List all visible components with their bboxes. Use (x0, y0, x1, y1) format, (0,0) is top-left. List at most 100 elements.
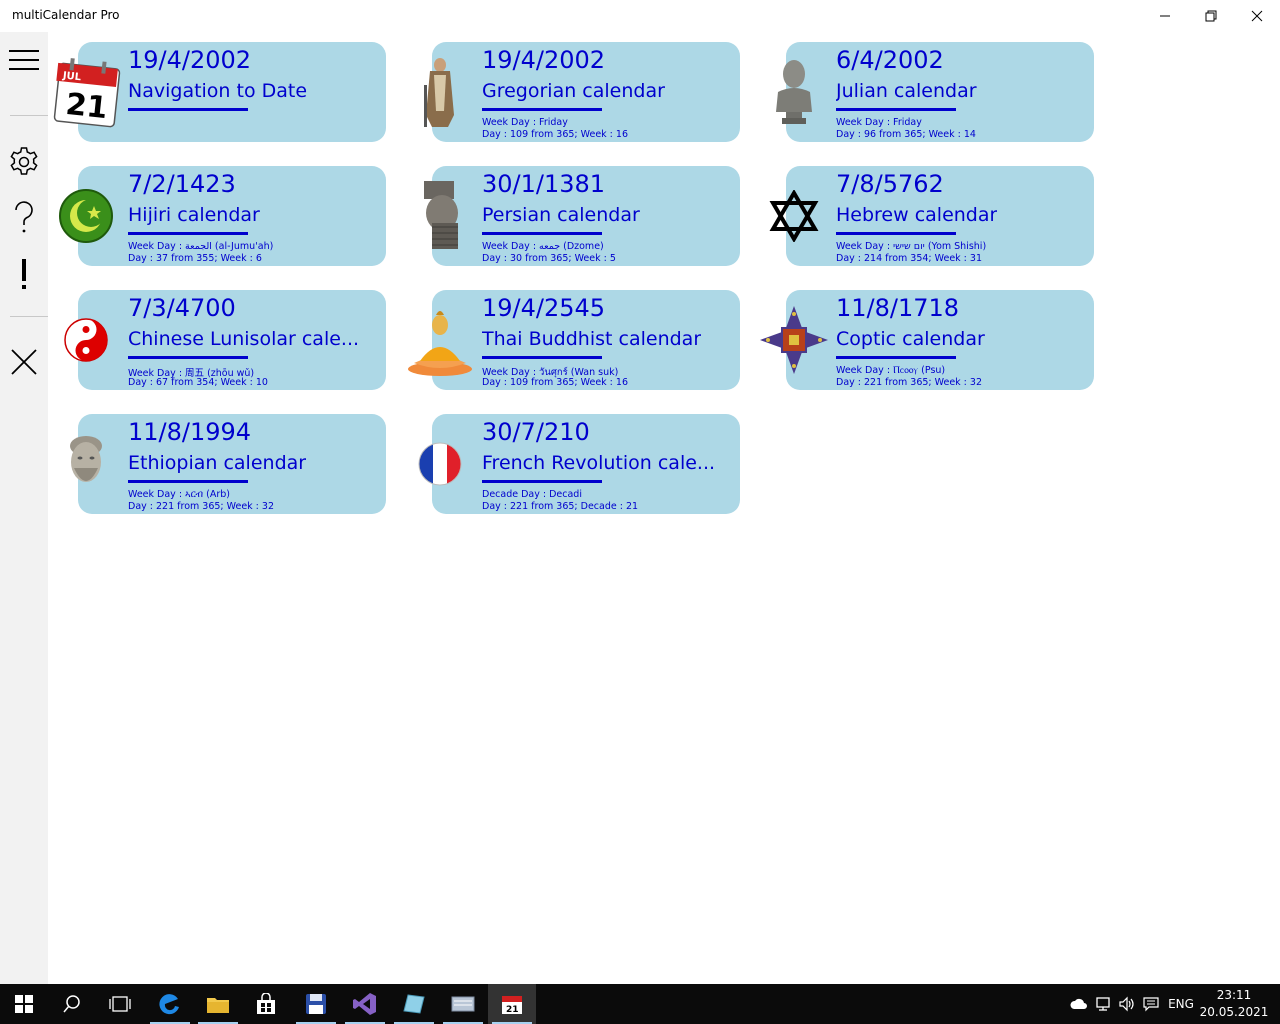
tile-date: 19/4/2545 (482, 294, 606, 322)
minimize-icon (1160, 15, 1170, 17)
tile-date: 19/4/2002 (128, 46, 252, 74)
clock-time: 23:11 (1216, 988, 1252, 1002)
yin-yang-icon (50, 300, 122, 380)
help-button[interactable] (0, 194, 48, 242)
close-x-icon (11, 349, 37, 375)
tile-week-day: Week Day : Friday (836, 117, 922, 128)
tile-underline (128, 480, 248, 483)
edge-browser-icon (159, 994, 179, 1015)
notification-icon (1143, 997, 1159, 1012)
tile-underline (836, 108, 956, 111)
taskbar-clock[interactable]: 23:11 20.05.2021 (1198, 987, 1270, 1021)
tile-thai-buddhist[interactable]: 19/4/2545 Thai Buddhist calendar Week Da… (408, 290, 740, 390)
tile-week-day: Week Day : Ⲡⲥⲟⲟⲩ (Psu) (836, 365, 946, 376)
settings-button[interactable] (0, 138, 48, 186)
tile-date: 6/4/2002 (836, 46, 944, 74)
tile-calendar-name: Coptic calendar (836, 328, 985, 350)
close-window-button[interactable] (1234, 0, 1280, 32)
taskbar-visual-studio[interactable] (341, 984, 389, 1024)
search-button[interactable] (48, 984, 96, 1024)
french-flag-icon (404, 424, 476, 504)
hamburger-icon (9, 50, 39, 70)
close-icon (1251, 10, 1263, 22)
onedrive-tray[interactable] (1068, 984, 1090, 1024)
tablet-icon (403, 994, 425, 1014)
pope-gregory-icon (404, 52, 476, 132)
network-tray[interactable] (1093, 984, 1115, 1024)
taskbar: 21 ENG 23:11 20.05.2021 (0, 984, 1280, 1024)
tile-calendar-name: Ethiopian calendar (128, 452, 307, 474)
tile-underline (482, 480, 602, 483)
question-mark-icon (15, 201, 33, 233)
tile-day-info: Day : 221 from 365; Week : 32 (128, 501, 274, 512)
ethiopian-bust-icon (50, 424, 122, 504)
svg-text:21: 21 (64, 87, 109, 126)
tile-calendar-name: Navigation to Date (128, 80, 308, 102)
minimize-button[interactable] (1142, 0, 1188, 32)
tile-persian[interactable]: 30/1/1381 Persian calendar Week Day : جم… (424, 166, 740, 266)
tile-calendar-name: Chinese Lunisolar cale... (128, 328, 360, 350)
action-center-tray[interactable] (1140, 984, 1162, 1024)
tile-calendar-name: Persian calendar (482, 204, 640, 226)
coptic-cross-icon (758, 300, 830, 380)
navigation-pane (0, 32, 48, 984)
tile-ethiopian[interactable]: 11/8/1994 Ethiopian calendar Week Day : … (70, 414, 386, 514)
tile-gregorian[interactable]: 19/4/2002 Gregorian calendar Week Day : … (424, 42, 740, 142)
tile-day-info: Day : 221 from 365; Week : 32 (836, 377, 982, 388)
store-bag-icon (257, 993, 275, 1014)
restore-button[interactable] (1188, 0, 1234, 32)
tile-calendar-name: Julian calendar (836, 80, 977, 102)
taskbar-edge[interactable] (146, 984, 194, 1024)
exit-button[interactable] (0, 338, 48, 386)
tile-julian[interactable]: 6/4/2002 Julian calendar Week Day : Frid… (776, 42, 1094, 142)
tile-week-day: Week Day : ኣርብ (Arb) (128, 489, 230, 500)
svg-text:JUL: JUL (61, 70, 82, 83)
tile-day-info: Day : 214 from 354; Week : 31 (836, 253, 982, 264)
tile-french-revolution[interactable]: 30/7/210 French Revolution cale... Decad… (418, 414, 740, 514)
clock-date: 20.05.2021 (1199, 1005, 1269, 1019)
tile-coptic[interactable]: 11/8/1718 Coptic calendar Week Day : Ⲡⲥⲟ… (760, 290, 1094, 390)
task-view-button[interactable] (96, 984, 144, 1024)
taskbar-app-scanner[interactable] (439, 984, 487, 1024)
taskbar-file-explorer[interactable] (194, 984, 242, 1024)
about-button[interactable] (0, 250, 48, 298)
tile-day-info: Day : 96 from 365; Week : 14 (836, 129, 976, 140)
calendar-app-icon: 21 (502, 996, 522, 1015)
tile-date: 11/8/1994 (128, 418, 252, 446)
exclamation-icon (22, 259, 26, 289)
tile-calendar-name: French Revolution cale... (482, 452, 716, 474)
tile-week-day: Week Day : יום שישי (Yom Shishi) (836, 241, 987, 252)
tile-hebrew[interactable]: 7/8/5762 Hebrew calendar Week Day : יום … (769, 166, 1094, 266)
tile-date: 30/1/1381 (482, 170, 606, 198)
start-button[interactable] (0, 984, 48, 1024)
language-indicator[interactable]: ENG (1164, 984, 1198, 1024)
tile-week-day: Week Day : الجمعة (al-Jumu'ah) (128, 241, 274, 252)
tile-chinese-lunisolar[interactable]: 7/3/4700 Chinese Lunisolar cale... Week … (64, 290, 386, 390)
hamburger-menu-button[interactable] (0, 36, 48, 84)
taskbar-store[interactable] (242, 984, 290, 1024)
cloud-icon (1070, 998, 1087, 1009)
star-of-david-icon (758, 176, 830, 256)
taskbar-app-tablet[interactable] (390, 984, 438, 1024)
tile-calendar-name: Gregorian calendar (482, 80, 665, 102)
volume-tray[interactable] (1116, 984, 1138, 1024)
tile-day-info: Day : 221 from 365; Decade : 21 (482, 501, 639, 512)
tile-week-day: Week Day : Friday (482, 117, 568, 128)
tile-date: 7/2/1423 (128, 170, 236, 198)
floppy-disk-icon (306, 994, 326, 1014)
tile-date: 7/8/5762 (836, 170, 944, 198)
tile-calendar-name: Thai Buddhist calendar (482, 328, 702, 350)
tile-week-day: Week Day : جمعه (Dzome) (482, 241, 604, 252)
tile-day-info: Day : 109 from 365; Week : 16 (482, 129, 628, 140)
tile-hijiri[interactable]: 7/2/1423 Hijiri calendar Week Day : الجم… (59, 166, 386, 266)
tile-day-info: Day : 67 from 354; Week : 10 (128, 377, 268, 388)
windows-logo-icon (15, 995, 33, 1013)
tile-date: 11/8/1718 (836, 294, 960, 322)
taskbar-multicalendar[interactable]: 21 (488, 984, 536, 1024)
tile-week-day: Decade Day : Decadi (482, 489, 582, 500)
tile-underline (128, 108, 248, 111)
tile-underline (482, 232, 602, 235)
taskbar-save-app[interactable] (292, 984, 340, 1024)
tile-navigation-to-date[interactable]: JUL 21 19/4/2002 Navigation to Date (53, 42, 386, 142)
gear-icon (10, 147, 38, 175)
